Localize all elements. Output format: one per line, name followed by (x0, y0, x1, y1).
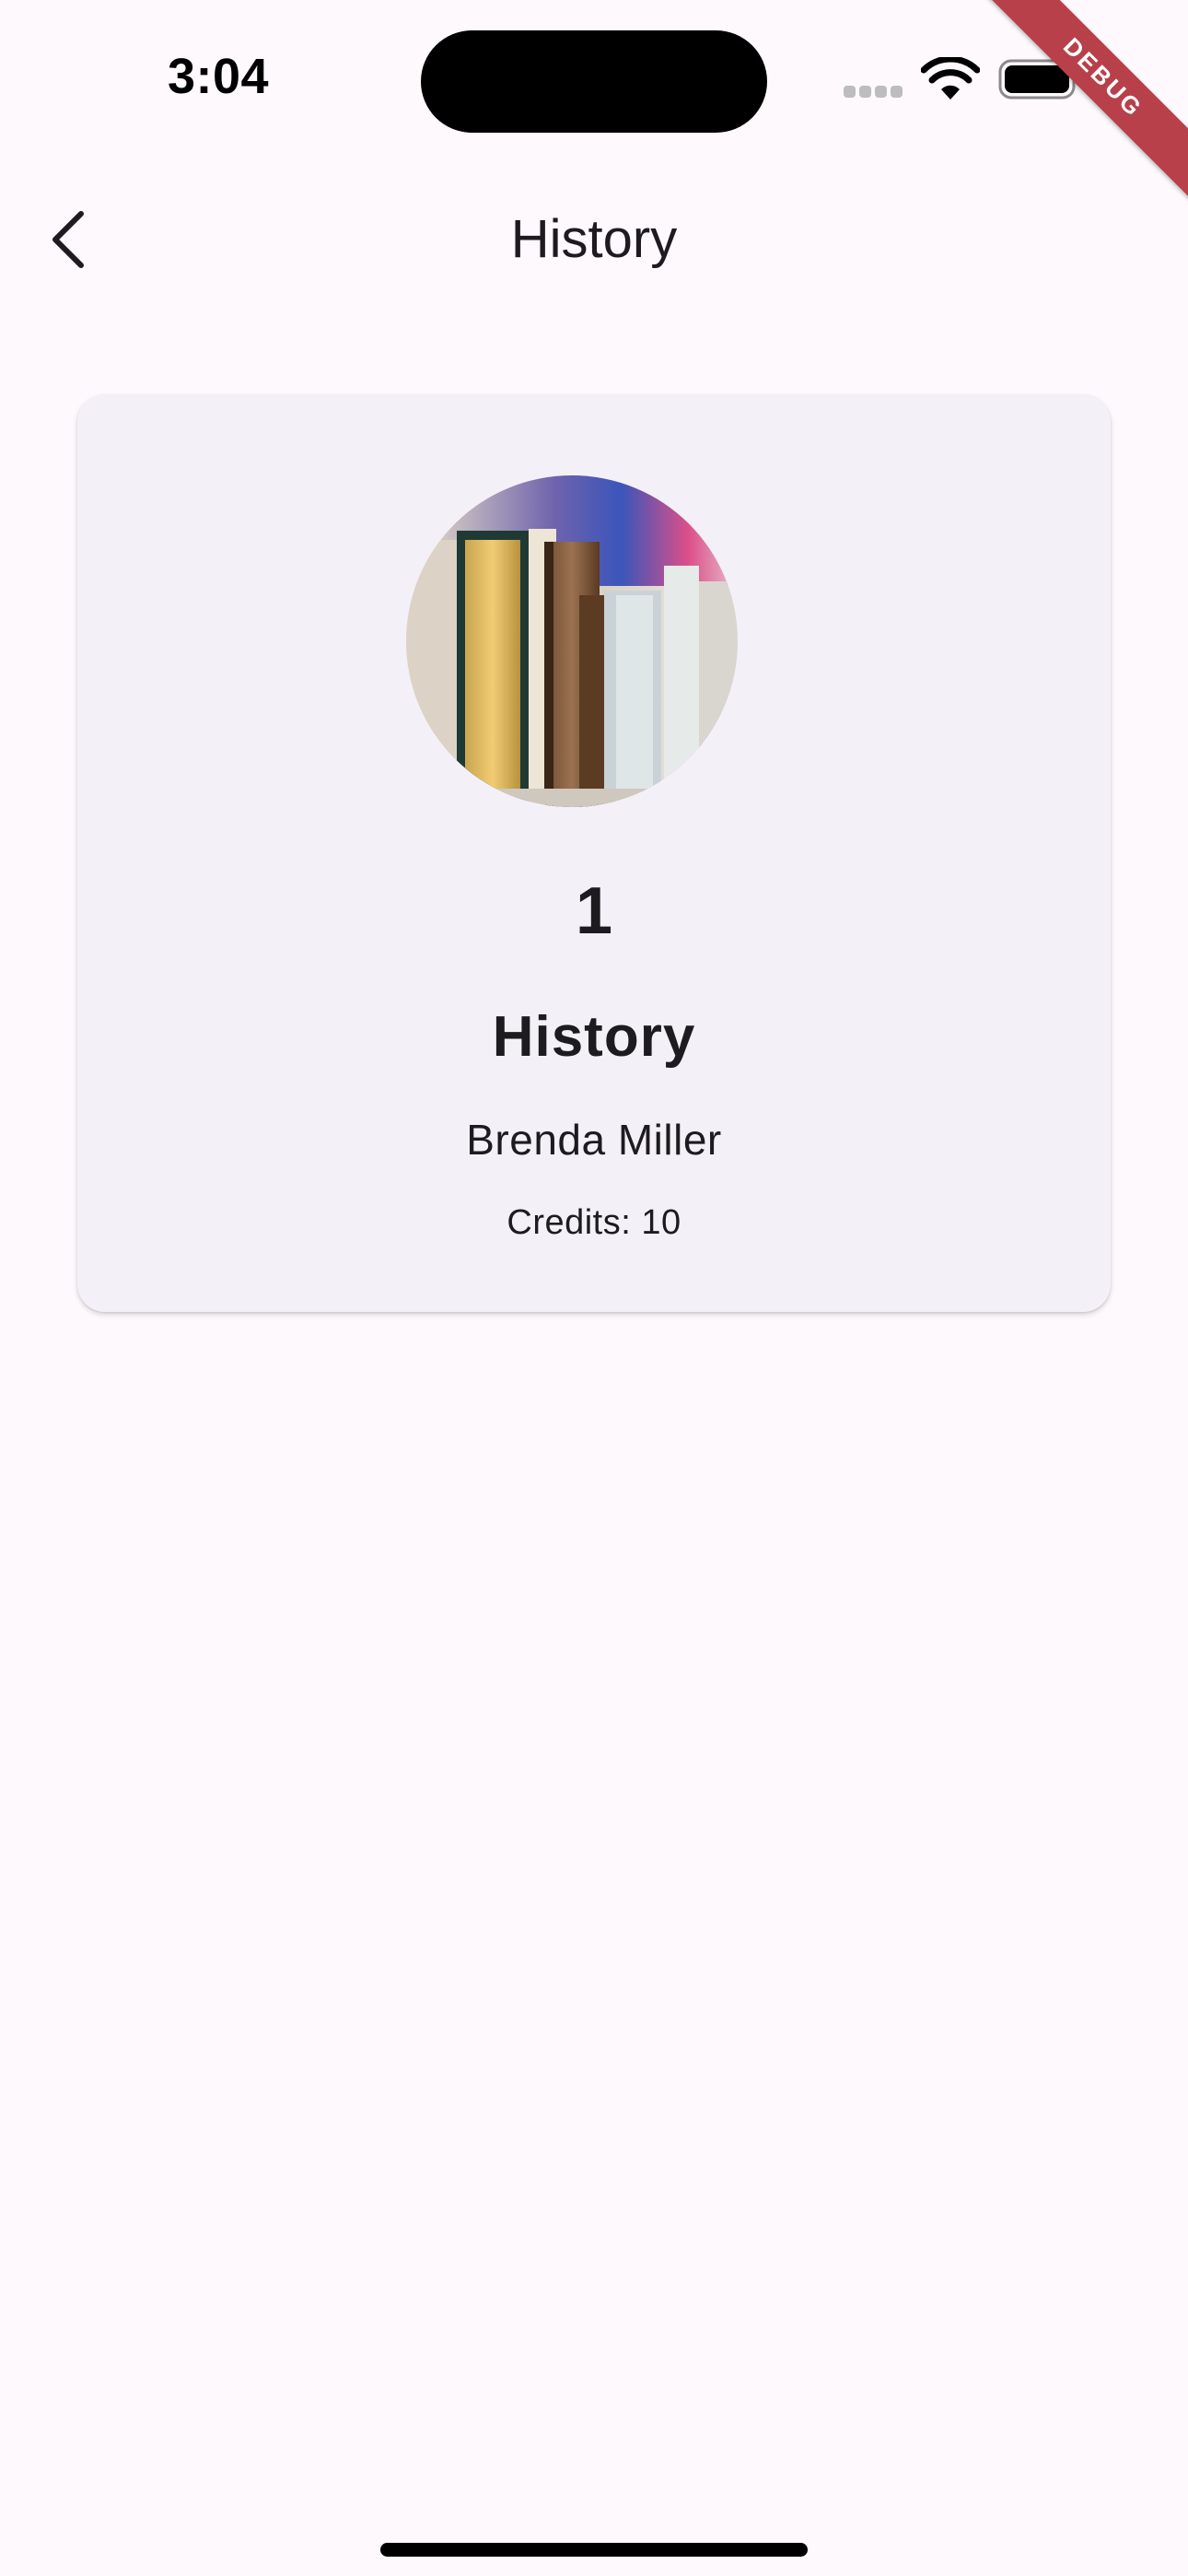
status-time: 3:04 (168, 49, 270, 104)
history-detail-screen: 3:04 DEBUG History 1 History Brenda Mill… (0, 0, 1188, 2576)
course-image (406, 475, 738, 807)
battery-icon (998, 59, 1081, 100)
cellular-signal-icon (844, 86, 904, 99)
status-bar: 3:04 (0, 0, 1188, 157)
course-instructor: Brenda Miller (466, 1116, 722, 1164)
app-bar: History (0, 157, 1188, 332)
course-number: 1 (575, 874, 613, 948)
course-credits: Credits: 10 (507, 1203, 681, 1242)
wifi-icon (921, 57, 980, 100)
page-title: History (510, 209, 678, 269)
course-card[interactable]: 1 History Brenda Miller Credits: 10 (77, 394, 1111, 1312)
home-indicator[interactable] (380, 2543, 808, 2557)
dynamic-island (421, 30, 767, 133)
books-photo (406, 475, 738, 807)
course-title: History (492, 1005, 696, 1069)
